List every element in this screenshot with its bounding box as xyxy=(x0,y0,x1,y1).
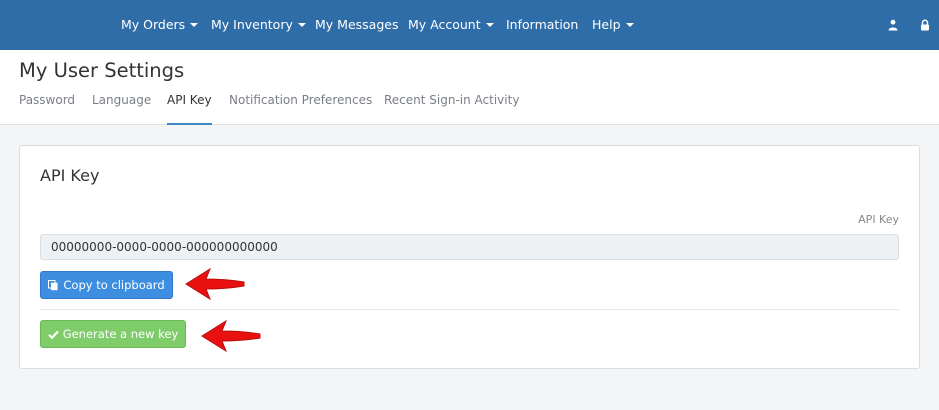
chevron-down-icon xyxy=(485,23,494,27)
nav-my-inventory-label: My Inventory xyxy=(211,17,293,32)
nav-my-account-label: My Account xyxy=(408,17,481,32)
nav-my-account[interactable]: My Account xyxy=(408,0,494,50)
nav-my-messages[interactable]: My Messages xyxy=(315,0,398,50)
lock-icon[interactable] xyxy=(919,19,931,31)
tab-api-key[interactable]: API Key xyxy=(167,93,212,125)
chevron-down-icon xyxy=(190,23,199,27)
copy-to-clipboard-button[interactable]: Copy to clipboard xyxy=(40,271,173,299)
nav-help[interactable]: Help xyxy=(592,0,634,50)
page-title: My User Settings xyxy=(19,59,185,82)
api-key-label: API Key xyxy=(858,213,899,226)
generate-new-key-button[interactable]: Generate a new key xyxy=(40,320,186,348)
tab-password[interactable]: Password xyxy=(19,93,75,125)
chevron-down-icon xyxy=(625,23,634,27)
chevron-down-icon xyxy=(297,23,306,27)
api-key-field[interactable]: 00000000-0000-0000-000000000000 xyxy=(40,234,899,260)
divider xyxy=(40,309,899,310)
nav-my-orders-label: My Orders xyxy=(121,17,186,32)
check-icon xyxy=(47,330,59,339)
nav-my-inventory[interactable]: My Inventory xyxy=(211,0,306,50)
top-navbar: My Orders My Inventory My Messages My Ac… xyxy=(0,0,939,50)
tab-notification-preferences[interactable]: Notification Preferences xyxy=(229,93,372,125)
red-arrow-icon xyxy=(185,267,245,301)
tab-language[interactable]: Language xyxy=(92,93,151,125)
settings-header: My User Settings Password Language API K… xyxy=(0,50,939,125)
user-icon[interactable] xyxy=(887,19,899,31)
red-arrow-icon xyxy=(201,319,261,353)
nav-help-label: Help xyxy=(592,17,621,32)
copy-icon xyxy=(48,279,58,290)
nav-information-label: Information xyxy=(506,17,579,32)
nav-my-orders[interactable]: My Orders xyxy=(121,0,199,50)
card-title: API Key xyxy=(40,166,100,185)
api-key-card: API Key API Key 00000000-0000-0000-00000… xyxy=(19,145,920,369)
nav-my-messages-label: My Messages xyxy=(315,17,399,32)
copy-button-label: Copy to clipboard xyxy=(63,278,165,292)
tab-recent-sign-in-activity[interactable]: Recent Sign-in Activity xyxy=(384,93,519,125)
nav-information[interactable]: Information xyxy=(506,0,578,50)
generate-button-label: Generate a new key xyxy=(62,327,179,341)
